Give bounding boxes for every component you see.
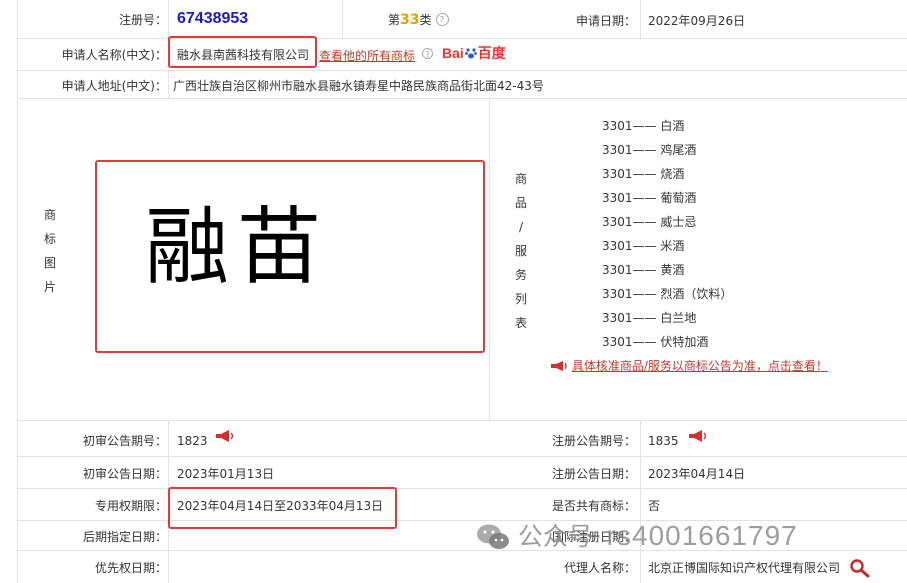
address-label: 申请人地址(中文)： [61,79,167,93]
label-char: 表 [514,316,527,330]
apply-date-label: 申请日期： [575,14,636,28]
priority-date-label: 优先权日期： [94,561,167,575]
goods-item: 3301—— 威士忌 [602,215,697,229]
megaphone-icon[interactable] [688,429,708,446]
label-char: 片 [43,280,56,294]
label-char: 图 [43,256,56,270]
divider [17,70,907,71]
later-date-label: 后期指定日期： [82,530,167,544]
label-char: 服 [514,244,527,258]
goods-item: 3301—— 烈酒（饮料） [602,287,733,301]
apply-date: 2022年09月26日 [648,14,746,28]
divider [17,98,907,99]
paw-icon [464,46,477,59]
reg-number: 67438953 [177,10,249,27]
reg-date-label: 注册公告日期： [551,467,636,481]
goods-item: 3301—— 鸡尾酒 [602,143,697,157]
class-number: 33 [400,12,420,28]
exclusive-period-label: 专用权期限： [94,499,167,513]
class-indicator: 第33类? [388,11,449,28]
goods-item: 3301—— 伏特加酒 [602,335,709,349]
divider [17,38,907,39]
baidu-du: 百度 [477,45,506,61]
goods-notice-link[interactable]: 具体核准商品/服务以商标公告为准，点击查看！ [572,359,828,373]
reg-date: 2023年04月14日 [648,467,746,481]
applicant-address: 广西壮族自治区柳州市融水县融水镇寿星中路民族商品街北面42-43号 [173,79,544,93]
applicant-label: 申请人名称(中文)： [61,48,167,62]
divider [640,0,641,38]
reg-no: 1835 [648,434,679,448]
label-char: 品 [514,196,527,210]
search-icon[interactable] [848,558,872,581]
label-char: 标 [43,232,56,246]
class-prefix: 第 [388,13,401,27]
watermark: 公众号 rs4001661797 [476,517,798,554]
watermark-id: rs4001661797 [606,520,798,551]
goods-item: 3301—— 黄酒 [602,263,685,277]
goods-section-label: 商 品 / 服 务 列 表 [514,167,528,335]
label-char: / [518,220,524,234]
applicant-highlight [168,36,317,68]
prelim-no-label: 初审公告期号： [82,434,167,448]
divider [17,488,907,489]
class-suffix: 类 [419,13,432,27]
watermark-wechat: 公众号 [517,522,593,551]
goods-item: 3301—— 米酒 [602,239,685,253]
agent-name: 北京正博国际知识产权代理有限公司 [648,561,841,575]
baidu-logo[interactable]: Bai 百度 [442,43,506,63]
divider [489,98,490,420]
agent-label: 代理人名称： [563,561,636,575]
reg-number-label: 注册号： [118,13,167,27]
help-icon[interactable]: ? [435,13,449,26]
goods-item: 3301—— 白酒 [602,119,685,133]
goods-notice[interactable]: 具体核准商品/服务以商标公告为准，点击查看！ [550,357,828,375]
divider [640,420,641,583]
divider [17,456,907,457]
label-char: 商 [514,172,527,186]
label-char: 务 [514,268,527,282]
wechat-icon [476,523,510,554]
megaphone-icon [550,360,568,375]
baidu-bai: Bai [442,45,464,61]
divider [342,0,343,38]
exclusive-period-highlight [168,487,397,529]
goods-item: 3301—— 烧酒 [602,167,685,181]
divider [17,420,907,421]
prelim-date: 2023年01月13日 [177,467,275,481]
shared-value: 否 [648,499,661,513]
megaphone-icon[interactable] [215,429,235,446]
label-char: 列 [514,292,527,306]
goods-item: 3301—— 白兰地 [602,311,697,325]
prelim-no: 1823 [177,434,208,448]
goods-item: 3301—— 葡萄酒 [602,191,697,205]
reg-no-label: 注册公告期号： [551,434,636,448]
prelim-date-label: 初审公告日期： [82,467,167,481]
label-char: 商 [43,208,56,222]
image-section-label: 商 标 图 片 [43,203,57,299]
shared-label: 是否共有商标： [551,499,636,513]
help-icon[interactable]: ? [422,48,433,59]
trademark-highlight [95,160,485,353]
view-all-trademarks-link[interactable]: 查看他的所有商标 [319,47,415,64]
